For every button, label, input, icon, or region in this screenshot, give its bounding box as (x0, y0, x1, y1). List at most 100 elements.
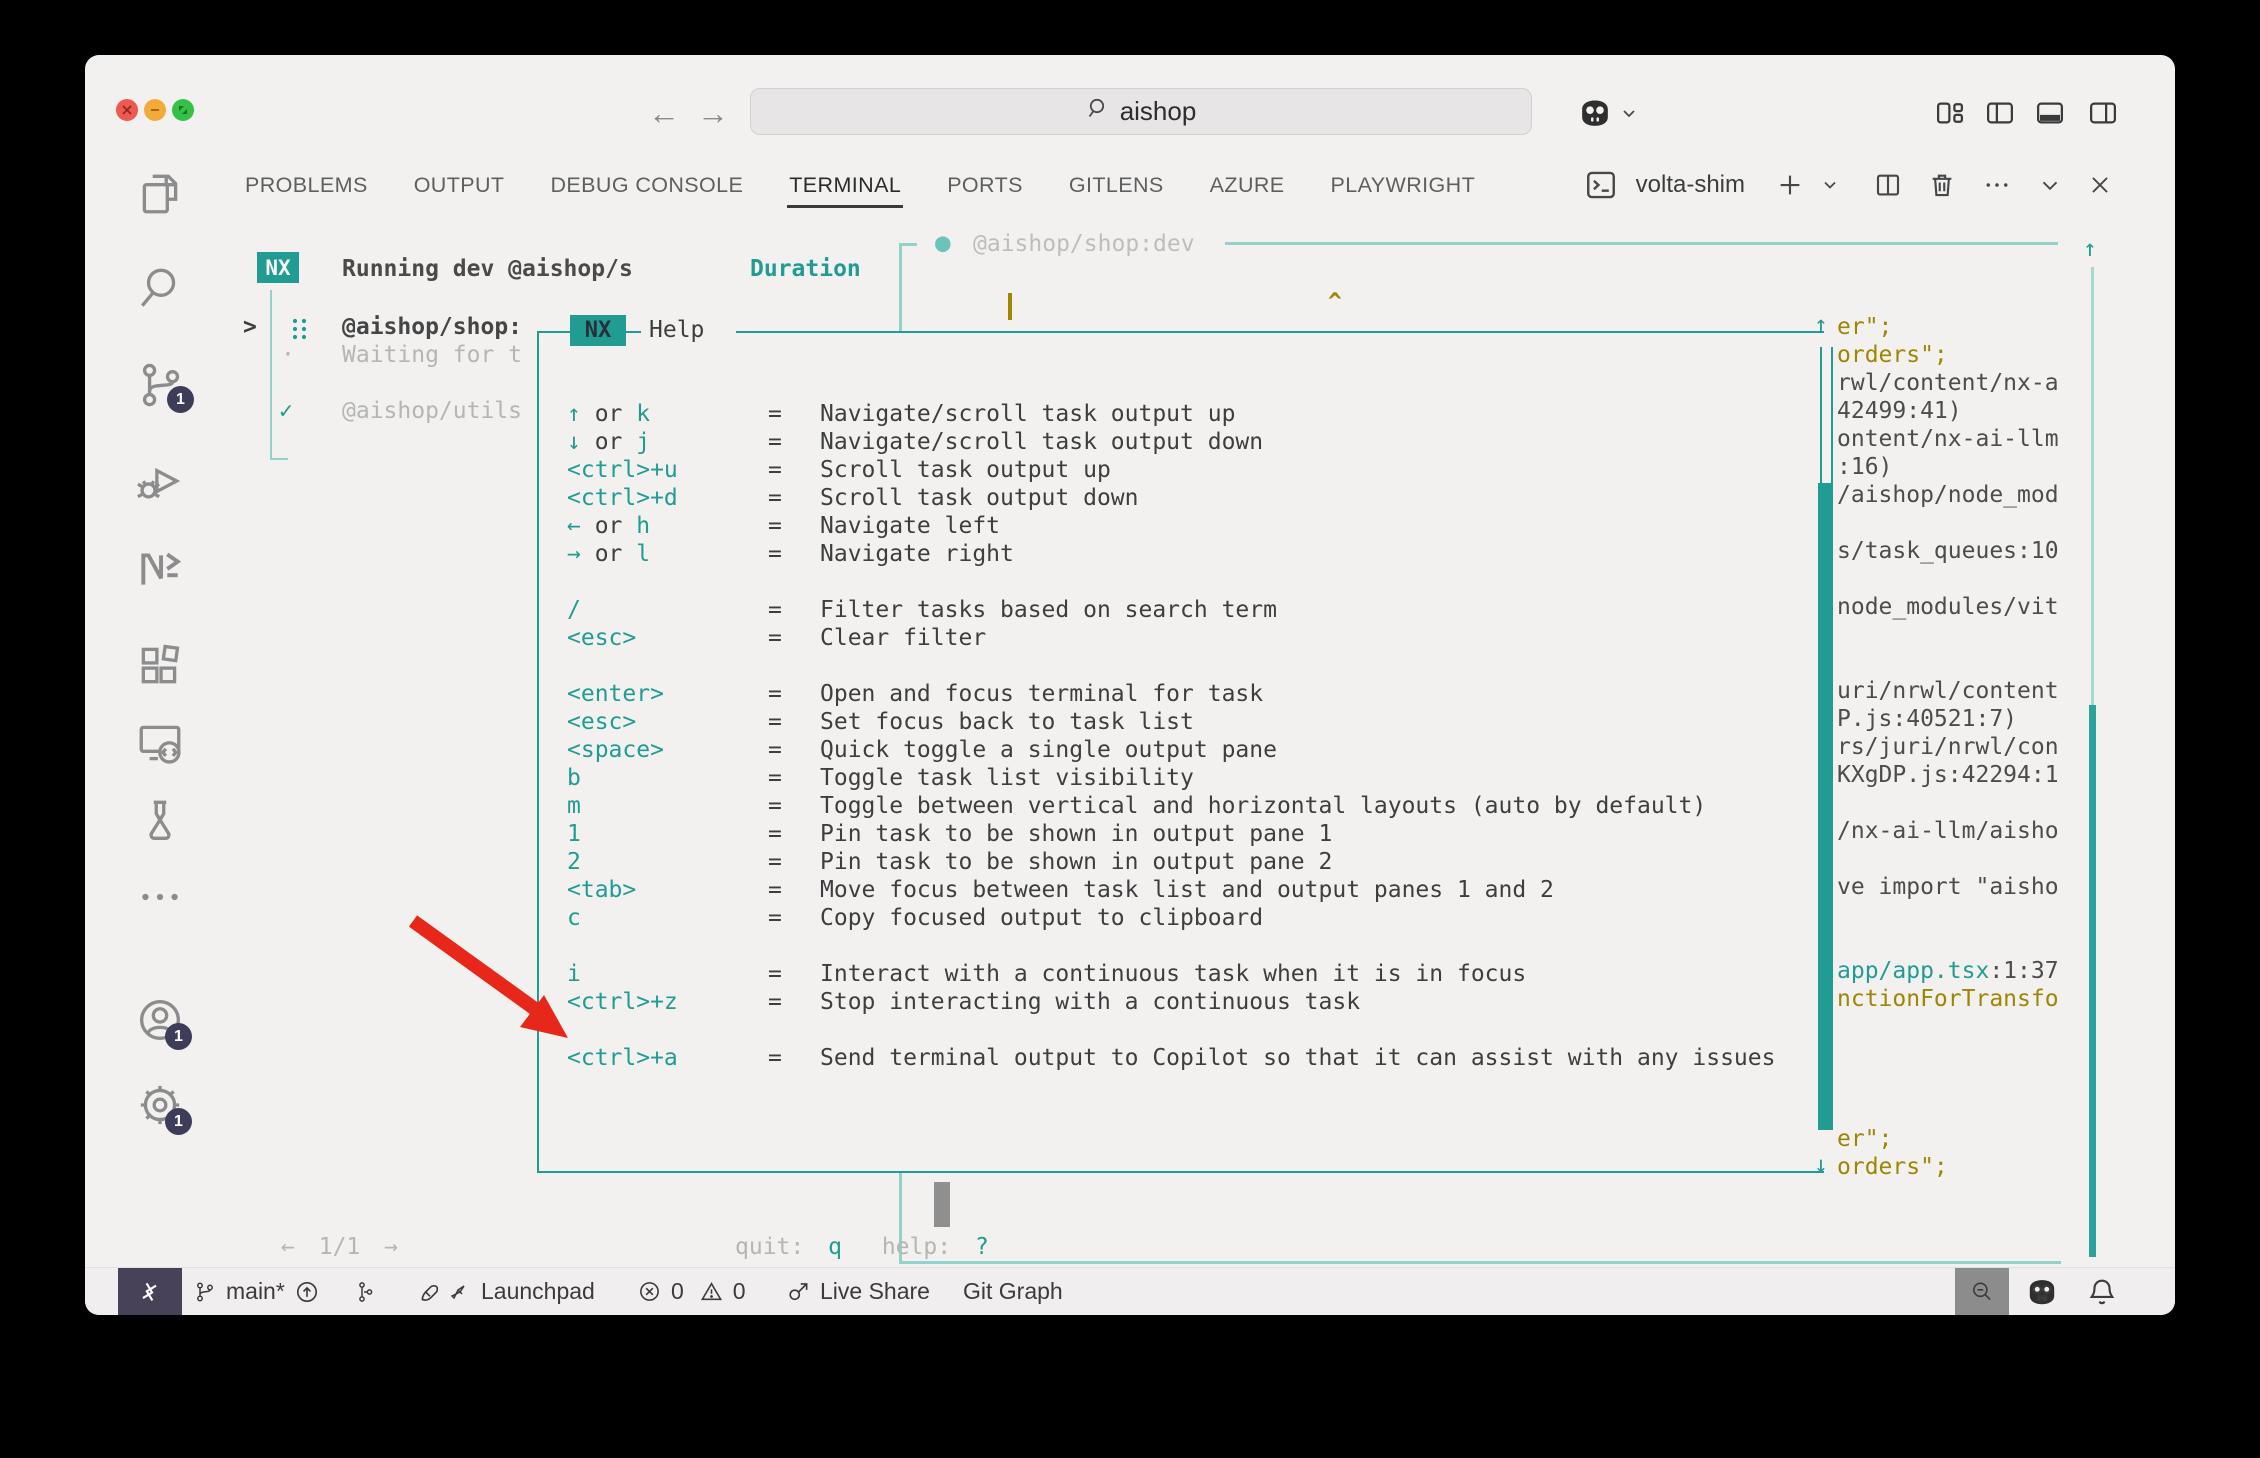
annotation-arrow (403, 913, 603, 1078)
close-panel-icon[interactable] (2087, 172, 2113, 198)
remote-explorer-icon[interactable] (135, 718, 185, 768)
task-list-chevron[interactable]: > (243, 313, 257, 341)
nx-help-badge: NX (570, 315, 626, 346)
pane-scroll-thumb[interactable] (2089, 705, 2096, 1257)
terminal-output-line: s/task_queues:10 (1837, 537, 2059, 565)
minimize-window-button[interactable] (144, 99, 166, 121)
pipeline-status-icon[interactable] (353, 1268, 377, 1315)
launchpad-status[interactable]: Launchpad (417, 1268, 595, 1315)
terminal-output-line (1837, 789, 2059, 817)
kill-terminal-trash-icon[interactable] (1927, 170, 1957, 200)
terminal-output-line (1837, 1097, 2059, 1125)
git-graph-status[interactable]: Git Graph (963, 1268, 1063, 1315)
tab-ports[interactable]: PORTS (947, 173, 1023, 198)
terminal-shell-icon (1584, 168, 1618, 202)
scroll-up-icon[interactable]: ↑ (1814, 311, 1828, 339)
help-row: <esc>=Set focus back to task list (567, 708, 1807, 736)
more-actions-icon[interactable] (1981, 170, 2013, 200)
extensions-icon[interactable] (135, 640, 185, 690)
scroll-down-icon[interactable]: ↓ (1814, 1151, 1828, 1179)
terminal-name[interactable]: volta-shim (1636, 171, 1745, 199)
notifications-bell-icon[interactable] (2085, 1275, 2119, 1309)
nx-console-icon[interactable] (135, 545, 185, 595)
status-bar: main* Launchpad 0 0 Live Share Git Graph (85, 1267, 2175, 1315)
terminal-output-line: P.js:40521:7) (1837, 705, 2059, 733)
help-row-blank (567, 568, 1807, 596)
close-window-button[interactable] (116, 99, 138, 121)
new-terminal-button[interactable] (1775, 170, 1805, 200)
help-footer: quit: q help: ? (735, 1233, 989, 1261)
help-scroll-track (1820, 347, 1833, 483)
source-control-icon[interactable]: 1 (135, 360, 185, 410)
tab-terminal[interactable]: TERMINAL (789, 173, 901, 198)
branch-status[interactable]: main* (193, 1268, 320, 1315)
help-label: help: (856, 1234, 951, 1260)
tab-debug-console[interactable]: DEBUG CONSOLE (550, 173, 743, 198)
terminal-output-line (1837, 929, 2059, 957)
live-share-icon (785, 1279, 811, 1305)
search-icon (1086, 96, 1110, 127)
live-share-status[interactable]: Live Share (785, 1268, 930, 1315)
tab-problems[interactable]: PROBLEMS (245, 173, 368, 198)
more-views-icon[interactable] (135, 872, 185, 922)
zoom-out-status-button[interactable] (1955, 1268, 2009, 1315)
terminal-output-line (1837, 1069, 2059, 1097)
run-debug-icon[interactable] (135, 455, 185, 505)
output-pane-title[interactable]: @aishop/shop:dev (973, 230, 1195, 258)
pane-scroll-up-icon[interactable]: ↑ (2083, 235, 2097, 263)
terminal-scroll-block[interactable] (934, 1182, 950, 1227)
help-row: <enter>=Open and focus terminal for task (567, 680, 1807, 708)
accounts-icon[interactable]: 1 (135, 995, 185, 1045)
toggle-panel-icon[interactable] (2035, 100, 2065, 131)
nav-forward-icon[interactable]: → (697, 95, 729, 132)
split-terminal-icon[interactable] (1873, 170, 1903, 200)
help-row: c=Copy focused output to clipboard (567, 904, 1807, 932)
zoom-window-button[interactable] (172, 99, 194, 121)
copilot-status-icon[interactable] (2023, 1273, 2061, 1311)
terminal-output-line (1837, 845, 2059, 873)
branch-name: main* (226, 1278, 285, 1305)
tab-gitlens[interactable]: GITLENS (1069, 173, 1164, 198)
customize-layout-icon[interactable] (1935, 100, 1965, 131)
task-item-shop[interactable]: @aishop/shop: (342, 313, 522, 341)
terminal-output-line: rs/juri/nrwl/con (1837, 733, 2059, 761)
task-status-waiting: Waiting for t (342, 341, 522, 369)
terminal-output-line (1837, 901, 2059, 929)
duration-label: Duration (750, 255, 861, 283)
problems-status[interactable]: 0 0 (637, 1268, 746, 1315)
help-row: <ctrl>+a=Send terminal output to Copilot… (567, 1044, 1807, 1072)
search-value: aishop (1120, 96, 1197, 127)
explorer-icon[interactable] (135, 168, 185, 218)
task-pager[interactable]: ← 1/1 → (281, 1233, 398, 1261)
task-runner-title: Running dev @aishop/s (342, 255, 633, 283)
search-icon[interactable] (135, 263, 185, 313)
source-control-badge: 1 (167, 386, 194, 413)
help-shortcut-list: ↑ or k=Navigate/scroll task output up↓ o… (567, 400, 1807, 1072)
terminal-output-line: orders"; (1837, 341, 2059, 369)
terminal-output-line: uri/nrwl/content (1837, 677, 2059, 705)
help-row: i=Interact with a continuous task when i… (567, 960, 1807, 988)
remote-indicator[interactable] (118, 1268, 182, 1315)
help-scroll-thumb[interactable] (1818, 483, 1833, 1130)
tab-playwright[interactable]: PLAYWRIGHT (1331, 173, 1476, 198)
tab-output[interactable]: OUTPUT (414, 173, 505, 198)
toggle-secondary-sidebar-icon[interactable] (2088, 100, 2118, 131)
panel-chevron-down-icon[interactable] (2037, 172, 2063, 198)
terminal-output-line (1837, 649, 2059, 677)
command-center-search[interactable]: aishop (750, 88, 1532, 135)
terminal-output-line: ve import "aisho (1837, 873, 2059, 901)
terminal-output-column: er";orders";rwl/content/nx-a42499:41)ont… (1837, 313, 2059, 1181)
toggle-primary-sidebar-icon[interactable] (1985, 100, 2015, 131)
pager-right-icon[interactable]: → (384, 1234, 398, 1260)
copilot-chevron-down-icon[interactable] (1619, 103, 1639, 128)
testing-icon[interactable] (135, 795, 185, 845)
task-check-icon: ✓ (279, 397, 293, 425)
pager-left-icon[interactable]: ← (281, 1234, 295, 1260)
settings-gear-icon[interactable]: 1 (135, 1080, 185, 1130)
nav-back-icon[interactable]: ← (648, 95, 680, 132)
terminal-launch-chevron-icon[interactable] (1819, 174, 1841, 196)
help-row: 2=Pin task to be shown in output pane 2 (567, 848, 1807, 876)
tab-azure[interactable]: AZURE (1210, 173, 1285, 198)
copilot-icon[interactable] (1575, 93, 1615, 138)
task-item-utils[interactable]: @aishop/utils (342, 397, 522, 425)
